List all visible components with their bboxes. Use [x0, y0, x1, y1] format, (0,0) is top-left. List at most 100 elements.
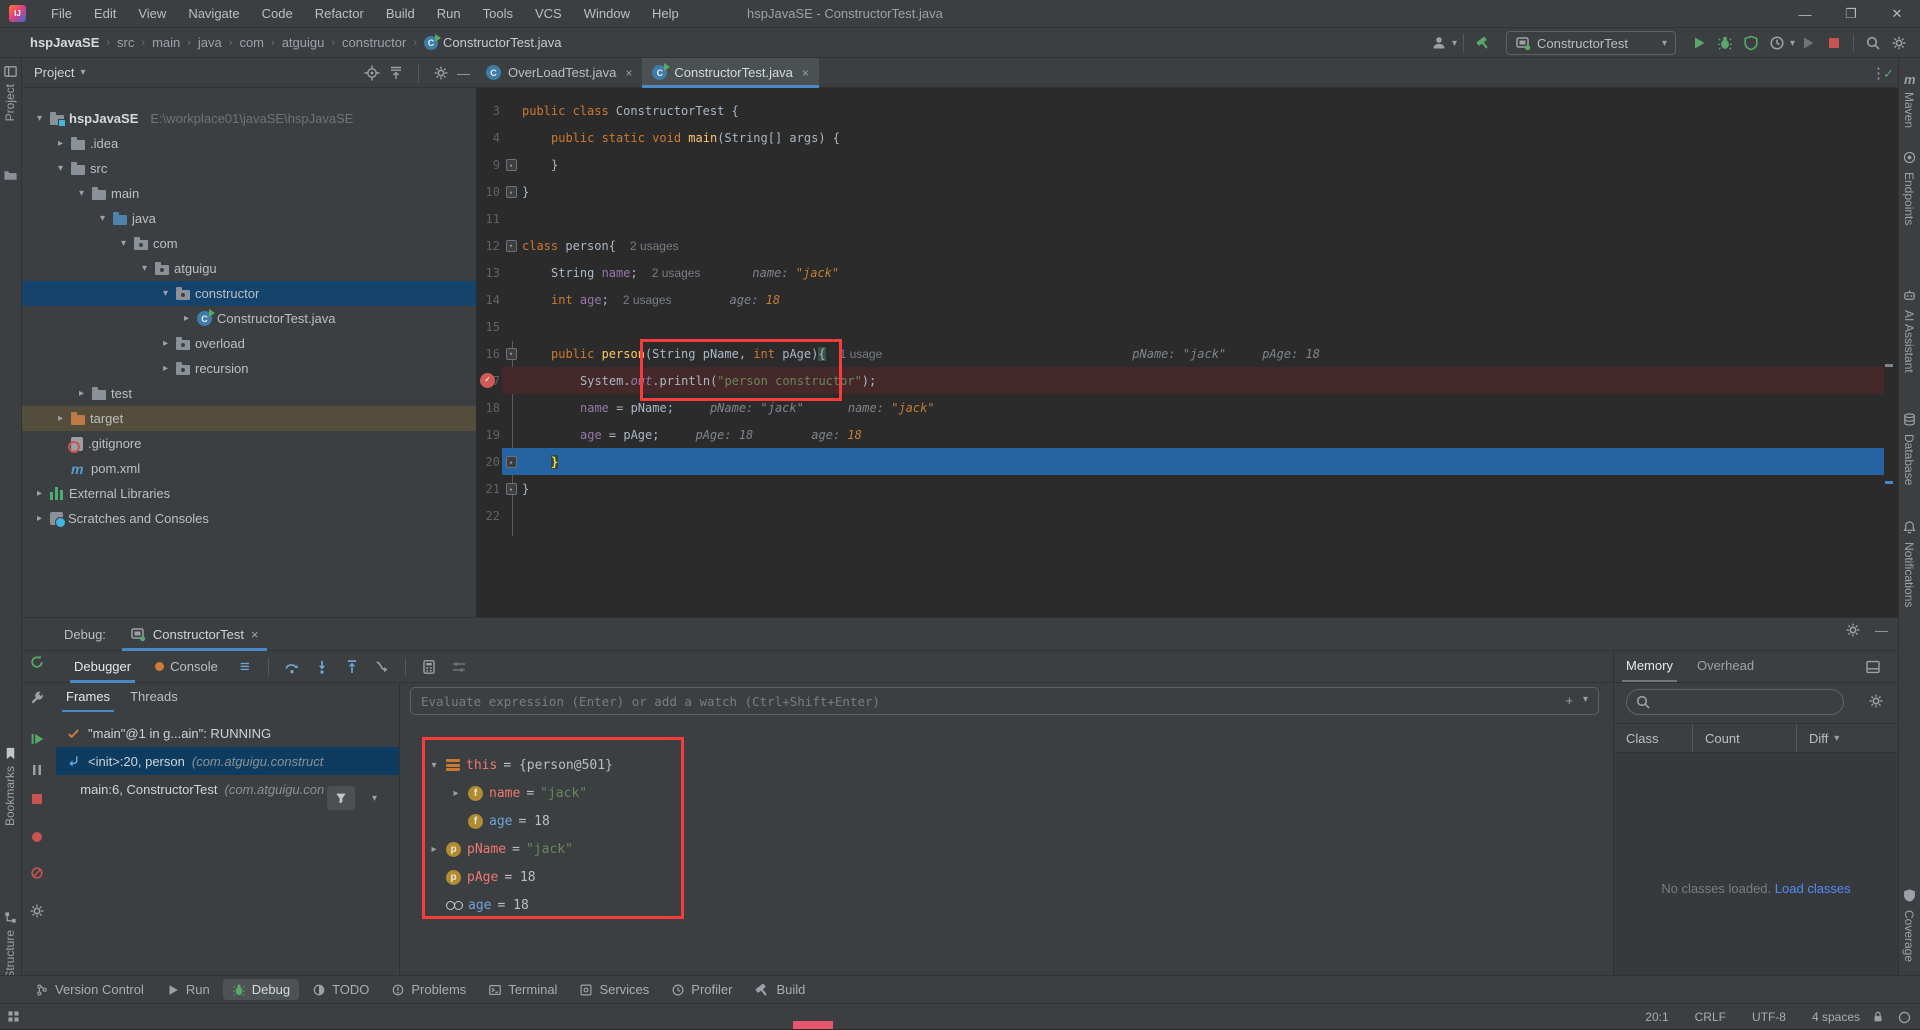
structure-icon[interactable]: [3, 910, 18, 925]
menu-build[interactable]: Build: [377, 3, 424, 24]
tree-item-ConstructorTestjava[interactable]: ▸CConstructorTest.java: [22, 306, 476, 331]
coverage-icon[interactable]: [1902, 888, 1917, 903]
chevron-right-icon[interactable]: ▸: [55, 413, 66, 424]
search-everywhere-icon[interactable]: [1860, 31, 1886, 55]
add-watch-icon[interactable]: +: [1566, 694, 1573, 708]
status-widget-4spaces[interactable]: 4 spaces: [1812, 1010, 1860, 1024]
tree-item-ExternalLibraries[interactable]: ▸External Libraries: [22, 481, 476, 506]
run-configuration-select[interactable]: ConstructorTest ▾: [1506, 31, 1676, 55]
user-chevron-icon[interactable]: ▾: [1452, 38, 1457, 49]
memory-tab-overhead[interactable]: Overhead: [1685, 651, 1766, 682]
rerun-debug-button[interactable]: [29, 654, 45, 670]
debug-button[interactable]: [1712, 31, 1738, 55]
tree-item-src[interactable]: ▾src: [22, 156, 476, 181]
fold-collapse-icon[interactable]: ▴: [506, 159, 517, 171]
chevron-right-icon[interactable]: ▸: [160, 338, 171, 349]
resume-button[interactable]: [29, 731, 45, 747]
breadcrumb-item-atguigu[interactable]: atguigu: [282, 35, 325, 50]
tree-item-com[interactable]: ▾com: [22, 231, 476, 256]
stop-button[interactable]: [1821, 31, 1847, 55]
menu-file[interactable]: File: [42, 3, 81, 24]
chevron-right-icon[interactable]: ▸: [160, 363, 171, 374]
evaluate-expression-input[interactable]: Evaluate expression (Enter) or add a wat…: [410, 687, 1599, 715]
toolwindow-button-run[interactable]: Run: [157, 979, 219, 1000]
code-line-20[interactable]: 20▴}: [476, 448, 1898, 475]
fold-marker[interactable]: ▴: [500, 186, 522, 198]
project-icon[interactable]: [3, 64, 18, 79]
filter-chevron-icon[interactable]: ▾: [372, 793, 377, 804]
menu-tools[interactable]: Tools: [474, 3, 522, 24]
frame-row-0[interactable]: "main"@1 in g...ain": RUNNING: [56, 719, 399, 747]
fold-collapse-icon[interactable]: ▴: [506, 186, 517, 198]
tree-item-recursion[interactable]: ▸recursion: [22, 356, 476, 381]
chevron-down-icon[interactable]: ▾: [139, 263, 150, 274]
menu-help[interactable]: Help: [643, 3, 688, 24]
chevron-right-icon[interactable]: ▸: [34, 488, 45, 499]
memory-gear-icon[interactable]: [1868, 693, 1884, 709]
toolwindow-stripe-structure[interactable]: Structure: [3, 930, 17, 979]
chevron-down-icon[interactable]: ▾: [34, 113, 45, 124]
toolwindow-stripe-project[interactable]: Project: [3, 84, 17, 121]
editor-tab-ConstructorTestjava[interactable]: CConstructorTest.java×: [642, 58, 819, 87]
tool-window-switcher-icon[interactable]: [6, 1009, 21, 1024]
coverage-button[interactable]: [1738, 31, 1764, 55]
tree-item-main[interactable]: ▾main: [22, 181, 476, 206]
menu-run[interactable]: Run: [428, 3, 470, 24]
code-line-3[interactable]: 3public class ConstructorTest {: [476, 97, 1898, 124]
debug-gear-icon[interactable]: [1845, 622, 1861, 638]
fold-marker[interactable]: ▴: [500, 483, 522, 495]
frames-tab-frames[interactable]: Frames: [56, 683, 120, 712]
run-to-cursor-button[interactable]: [369, 655, 395, 679]
column-header-class[interactable]: Class: [1614, 731, 1692, 746]
breadcrumb-item-ConstructorTest.java[interactable]: CConstructorTest.java: [424, 35, 562, 50]
hide-debug-icon[interactable]: —: [1875, 623, 1888, 638]
debug-tab-console[interactable]: Console: [145, 651, 228, 683]
breadcrumb-item-java[interactable]: java: [198, 35, 222, 50]
fold-marker[interactable]: ▾: [500, 348, 522, 360]
menu-view[interactable]: View: [129, 3, 175, 24]
user-icon[interactable]: [1426, 31, 1452, 55]
tree-item-java[interactable]: ▾java: [22, 206, 476, 231]
chevron-right-icon[interactable]: ▸: [76, 388, 87, 399]
breadcrumb-item-constructor[interactable]: constructor: [342, 35, 406, 50]
chevron-down-icon[interactable]: ▾: [118, 238, 129, 249]
maximize-button[interactable]: ❐: [1828, 0, 1874, 28]
ai-assistant-icon[interactable]: [1902, 288, 1917, 303]
debug-strip-gear-icon[interactable]: [29, 903, 45, 919]
fold-marker[interactable]: ▴: [500, 159, 522, 171]
tree-item-ScratchesandConsoles[interactable]: ▸Scratches and Consoles: [22, 506, 476, 531]
editor-tab-OverLoadTestjava[interactable]: COverLoadTest.java×: [476, 58, 642, 87]
step-out-button[interactable]: [339, 655, 365, 679]
database-icon[interactable]: [1902, 412, 1917, 427]
evaluate-chevron-icon[interactable]: ▾: [1583, 694, 1588, 708]
toolwindow-stripe-ai-assistant[interactable]: AI Assistant: [1902, 310, 1916, 373]
breadcrumb-item-com[interactable]: com: [239, 35, 264, 50]
debug-settings-wrench-icon[interactable]: [29, 690, 45, 706]
code-line-4[interactable]: 4public static void main(String[] args) …: [476, 124, 1898, 151]
fold-marker[interactable]: ▾: [500, 240, 522, 252]
chevron-down-icon[interactable]: ▾: [76, 188, 87, 199]
tab-close-icon[interactable]: ×: [625, 66, 632, 80]
load-classes-link[interactable]: Load classes: [1775, 881, 1851, 896]
chevron-down-icon[interactable]: ▾: [55, 163, 66, 174]
inspections-ok-icon[interactable]: ✓: [1883, 66, 1894, 82]
menu-code[interactable]: Code: [253, 3, 302, 24]
step-over-button[interactable]: [279, 655, 305, 679]
project-folder-icon[interactable]: [3, 168, 18, 183]
stop-debug-button[interactable]: [29, 791, 45, 807]
pause-button[interactable]: [29, 762, 45, 778]
toolwindow-button-terminal[interactable]: Terminal: [479, 979, 566, 1000]
code-line-12[interactable]: 12▾class person{2 usages: [476, 232, 1898, 259]
frames-tab-threads[interactable]: Threads: [120, 683, 188, 712]
debug-session-tab[interactable]: ConstructorTest ×: [122, 618, 267, 651]
breadcrumb-item-hspJavaSE[interactable]: hspJavaSE: [30, 35, 99, 50]
toolwindow-button-build[interactable]: Build: [745, 979, 814, 1001]
close-session-icon[interactable]: ×: [251, 627, 259, 642]
code-line-13[interactable]: 13String name;2 usagesname: "jack": [476, 259, 1898, 286]
toolwindow-stripe-coverage[interactable]: Coverage: [1902, 910, 1916, 962]
column-header-diff[interactable]: Diff▾: [1796, 724, 1896, 752]
toolwindow-stripe-bookmarks[interactable]: Bookmarks: [3, 766, 17, 826]
menu-edit[interactable]: Edit: [85, 3, 125, 24]
maven-stripe-icon[interactable]: m: [1904, 72, 1916, 87]
minimize-button[interactable]: —: [1782, 0, 1828, 28]
